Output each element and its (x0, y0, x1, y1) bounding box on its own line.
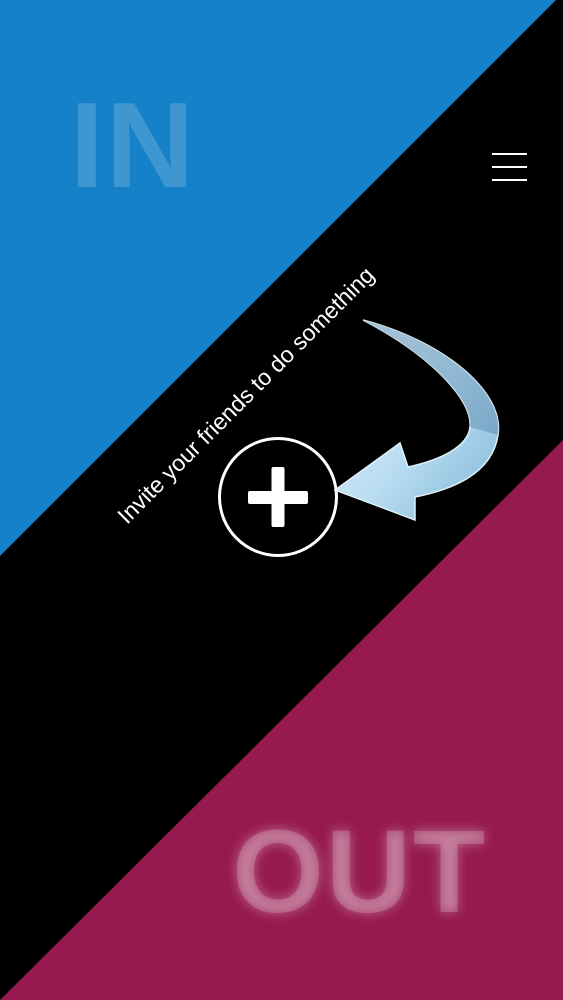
hamburger-menu-icon[interactable] (490, 150, 530, 184)
menu-bar-middle (492, 166, 527, 168)
out-label: OUT (232, 806, 488, 938)
menu-bar-top (492, 153, 527, 155)
in-label: IN (70, 77, 196, 213)
add-friends-button[interactable] (218, 437, 338, 557)
curved-arrow-icon (333, 319, 500, 522)
app-screen: IN OUT Invite your friends to do somethi… (0, 0, 563, 1000)
plus-icon (248, 467, 308, 527)
menu-bar-bottom (492, 179, 527, 181)
